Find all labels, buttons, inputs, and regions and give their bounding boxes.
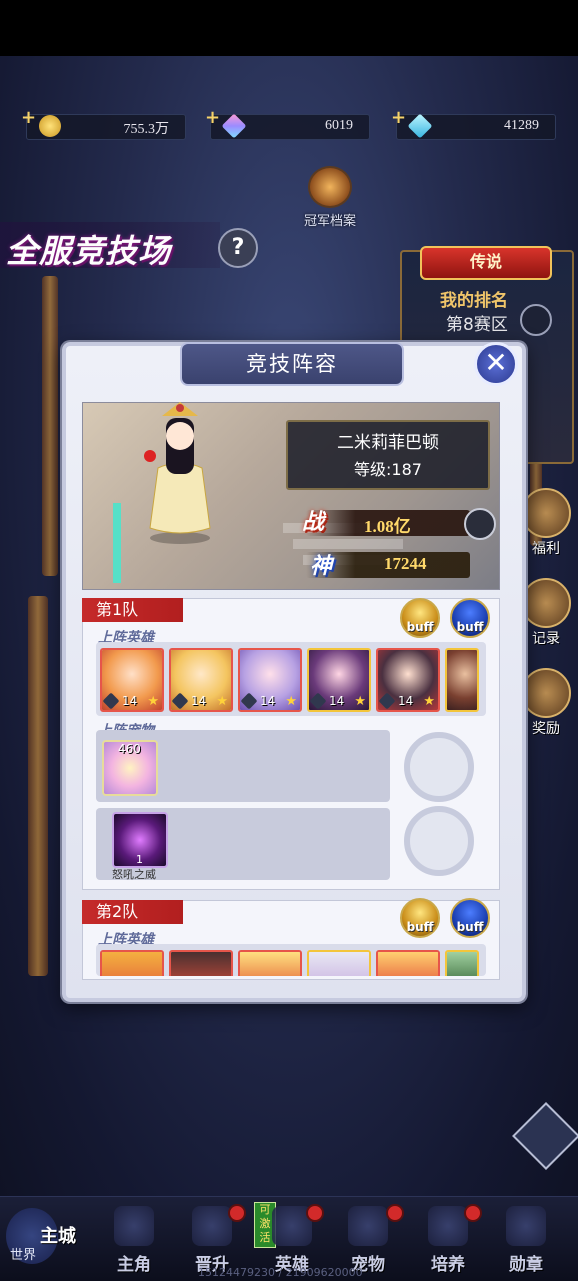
star-icon: ★	[147, 694, 159, 709]
hero-level: 14	[191, 694, 207, 708]
gem-counter[interactable]: + 6019	[205, 107, 370, 140]
hero-card-partial[interactable]	[445, 648, 479, 712]
combat-power-value: 1.08亿	[364, 517, 411, 536]
team-2-tab: 第2队	[82, 900, 208, 924]
scroll-icon	[521, 578, 571, 628]
hero-card-partial[interactable]	[445, 950, 479, 976]
rank-zone: 第8赛区	[446, 315, 508, 335]
notification-dot	[386, 1204, 404, 1222]
treasure-card[interactable]: 1	[112, 812, 168, 868]
empty-slot-icon[interactable]	[404, 732, 474, 802]
combat-power-icon: 战	[302, 510, 325, 535]
my-rank-label: 我的排名	[440, 291, 508, 311]
hero-card[interactable]	[100, 950, 164, 976]
god-power-value: 17244	[384, 554, 427, 573]
star-icon: ★	[354, 694, 366, 709]
hero-level: 14	[122, 694, 138, 708]
add-gem-icon[interactable]: +	[205, 107, 220, 128]
notification-dot	[228, 1204, 246, 1222]
pet-icon	[348, 1206, 388, 1246]
diamond-value: 41289	[504, 118, 539, 133]
star-icon: ★	[216, 694, 228, 709]
treasure-level: 1	[136, 853, 143, 866]
hero-level: 14	[398, 694, 414, 708]
champion-record-label: 冠军档案	[303, 214, 356, 229]
promotion-icon	[192, 1206, 232, 1246]
world-label: 世界	[10, 1248, 37, 1263]
gold-counter[interactable]: + 755.3万	[21, 107, 186, 140]
hero-profile-icon	[114, 1206, 154, 1246]
hero-card[interactable]: 14 ★	[376, 648, 440, 712]
team-2-buff-blue[interactable]: buff	[450, 898, 490, 938]
pet-power: 460	[118, 742, 141, 756]
player-name: 二米莉菲巴顿	[337, 433, 439, 453]
hero-card[interactable]	[376, 950, 440, 976]
nav-train[interactable]: 培养	[418, 1250, 478, 1275]
hero-card[interactable]	[169, 950, 233, 976]
medal-icon	[506, 1206, 546, 1246]
team-2-buff-gold[interactable]: buff	[400, 898, 440, 938]
arena-title: 全服竞技场	[6, 232, 172, 270]
hero-level: 14	[329, 694, 345, 708]
user-id: 15124479230 / 21909620000	[198, 1266, 363, 1279]
help-button[interactable]: ?	[218, 228, 258, 268]
team-1-buff-blue[interactable]: buff	[450, 598, 490, 638]
nav-medal[interactable]: 勋章	[496, 1250, 556, 1275]
legend-banner: 传说	[420, 246, 552, 280]
gem-value: 6019	[325, 118, 353, 133]
close-button[interactable]: ✕	[474, 342, 518, 386]
diamond-counter[interactable]: + 41289	[391, 107, 556, 140]
treasure-name: 怒吼之威	[112, 868, 156, 881]
god-power-icon: 神	[310, 554, 333, 579]
trophy-icon	[308, 166, 352, 208]
diamond-icon	[407, 113, 433, 139]
main-city-button[interactable]: 主城	[40, 1222, 76, 1248]
empty-slot-icon[interactable]	[404, 806, 474, 876]
gift-icon	[521, 488, 571, 538]
hero-card[interactable]: 14 ★	[307, 648, 371, 712]
team-1-tab: 第1队	[82, 598, 208, 622]
record-label: 记录	[532, 631, 560, 647]
search-icon[interactable]	[464, 508, 496, 540]
status-bar	[0, 0, 578, 56]
star-icon: ★	[423, 694, 435, 709]
hero-card[interactable]	[238, 950, 302, 976]
gold-value: 755.3万	[123, 122, 170, 137]
add-gold-icon[interactable]: +	[21, 107, 36, 128]
chest-icon	[521, 668, 571, 718]
hero-card[interactable]: 14 ★	[169, 648, 233, 712]
star-icon: ★	[285, 694, 297, 709]
player-level: 等级:187	[354, 460, 422, 479]
search-icon[interactable]	[520, 304, 552, 336]
modal-title: 竞技阵容	[180, 342, 404, 386]
hero-card[interactable]	[307, 950, 371, 976]
champion-record-button[interactable]: 冠军档案	[296, 166, 364, 229]
notification-dot	[306, 1204, 324, 1222]
team-1-hero-row: 14 ★ 14 ★ 14 ★ 14 ★ 14 ★	[96, 642, 486, 716]
hero-avatar	[144, 402, 211, 544]
nav-protagonist[interactable]: 主角	[104, 1250, 164, 1275]
hero-level: 14	[260, 694, 276, 708]
pet-card[interactable]: 460	[102, 740, 158, 796]
team-1-buff-gold[interactable]: buff	[400, 598, 440, 638]
arena-title-banner: 全服竞技场	[0, 222, 220, 270]
gold-coin-icon	[39, 115, 61, 137]
hero-card[interactable]: 14 ★	[100, 648, 164, 712]
team-2-hero-row	[96, 944, 486, 976]
notification-dot	[464, 1204, 482, 1222]
hero-card[interactable]: 14 ★	[238, 648, 302, 712]
reward-label: 奖励	[532, 721, 560, 737]
train-icon	[428, 1206, 468, 1246]
rainbow-gem-icon	[221, 113, 247, 139]
add-diamond-icon[interactable]: +	[391, 107, 406, 128]
welfare-label: 福利	[532, 541, 560, 557]
